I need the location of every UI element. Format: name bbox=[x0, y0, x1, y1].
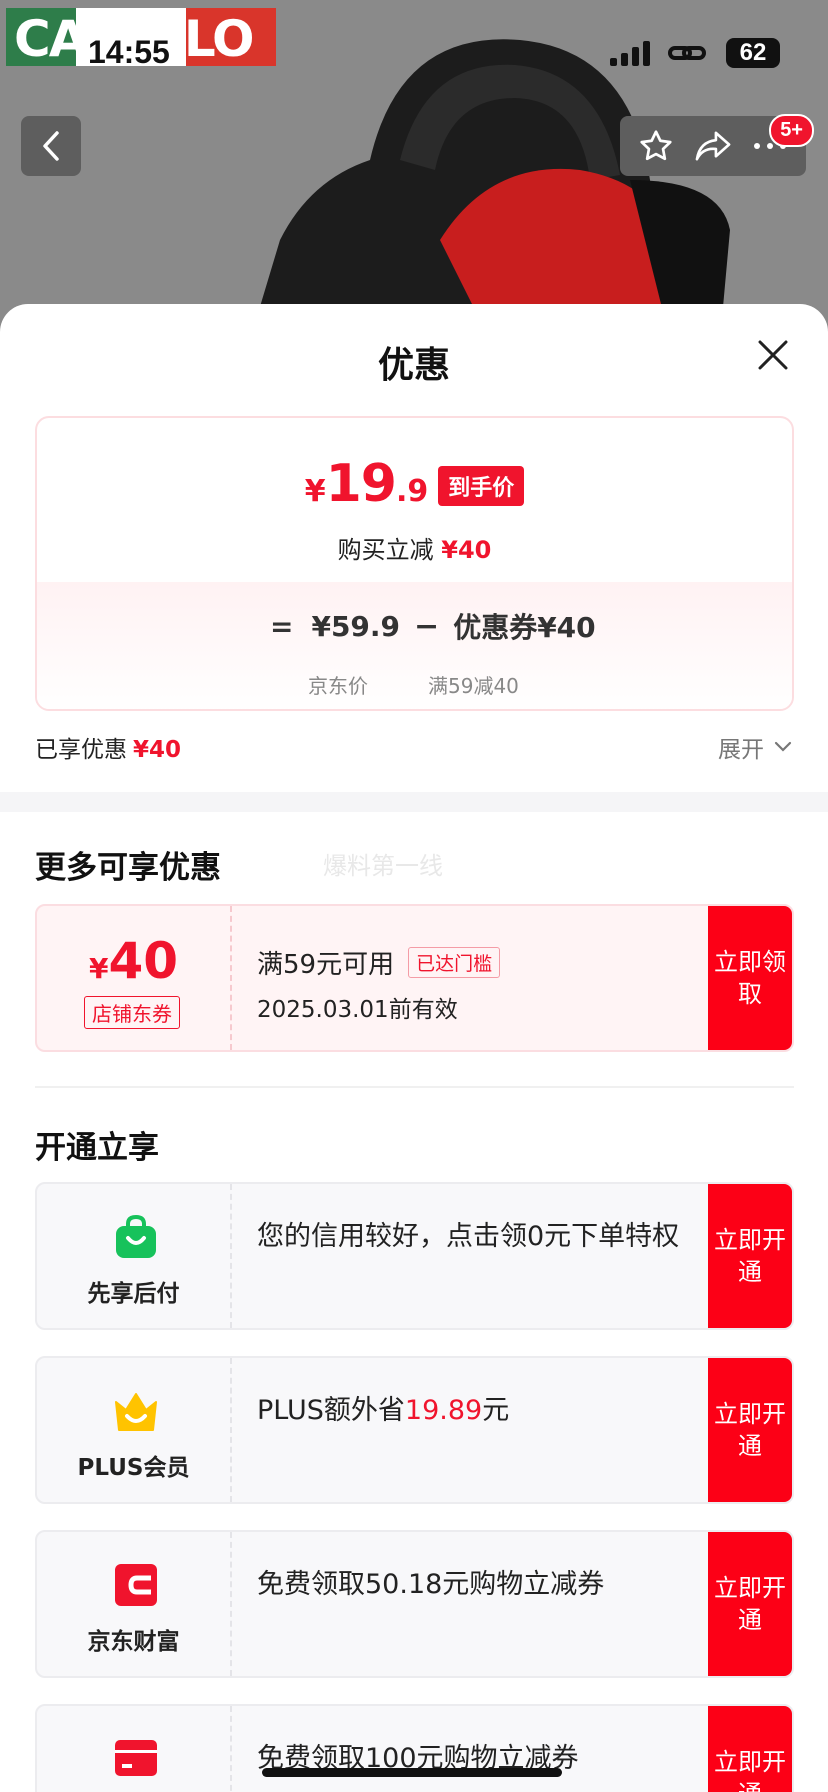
benefit-description: 您的信用较好，点击领0元下单特权 bbox=[257, 1221, 680, 1252]
final-price-tag: 到手价 bbox=[438, 466, 525, 506]
coupon-value: 40 bbox=[108, 932, 179, 990]
shopping-bag-icon bbox=[116, 1214, 156, 1258]
coupon-divider bbox=[230, 906, 232, 1050]
price-summary-card: ¥ 19 .9 到手价 购买立减 ¥40 = ¥59.9 − 优惠券¥40 京东… bbox=[35, 416, 794, 711]
benefit-text-before: PLUS额外省 bbox=[257, 1395, 405, 1426]
threshold-reached-tag: 已达门槛 bbox=[408, 947, 501, 978]
enjoyed-discount: 已享优惠 ¥40 bbox=[35, 730, 181, 764]
card-divider bbox=[230, 1358, 232, 1502]
benefit-name: 先享后付 bbox=[87, 1281, 180, 1307]
coupon-validity: 2025.03.01前有效 bbox=[257, 997, 458, 1023]
jd-price-label: 京东价 bbox=[308, 674, 368, 698]
star-icon[interactable] bbox=[638, 128, 674, 164]
benefit-card-credit: 免费领取100元购物立减券 立即开通 bbox=[35, 1704, 794, 1792]
benefit-name: PLUS会员 bbox=[77, 1455, 190, 1481]
status-time: 14:55 bbox=[88, 34, 170, 70]
watermark-text: 爆料第一线 bbox=[323, 852, 443, 880]
share-icon[interactable] bbox=[694, 128, 732, 164]
section-divider bbox=[0, 792, 828, 812]
product-image-background: CARTELO 14:55 62 5+ bbox=[0, 0, 828, 340]
chevron-down-icon bbox=[774, 741, 792, 752]
coupon-condition: 满59元可用 bbox=[257, 950, 395, 980]
activate-button[interactable]: 立即开通 bbox=[708, 1358, 792, 1502]
price-integer: 19 bbox=[325, 454, 397, 514]
activate-button[interactable]: 立即开通 bbox=[708, 1532, 792, 1676]
coupon-condition-row: 满59元可用 已达门槛 bbox=[257, 944, 501, 981]
price-currency: ¥ bbox=[304, 474, 326, 509]
notification-badge: 5+ bbox=[769, 114, 814, 147]
equals-sign: = bbox=[270, 609, 294, 643]
coupon-type-tag: 店铺东券 bbox=[84, 996, 180, 1029]
minus-sign: − bbox=[414, 608, 440, 644]
activate-button[interactable]: 立即开通 bbox=[708, 1706, 792, 1792]
instant-cut-label: 购买立减 bbox=[337, 536, 434, 564]
card-icon bbox=[115, 1740, 157, 1776]
final-price: ¥ 19 .9 到手价 bbox=[37, 454, 792, 514]
benefit-highlight: 19.89 bbox=[404, 1395, 483, 1426]
signal-icon bbox=[610, 40, 650, 66]
jd-price: ¥59.9 bbox=[311, 609, 401, 643]
back-button[interactable] bbox=[21, 116, 81, 176]
status-icons: 62 bbox=[610, 38, 780, 68]
chevron-left-icon bbox=[43, 131, 59, 161]
open-section-title: 开通立享 bbox=[35, 1130, 159, 1166]
battery-icon: 62 bbox=[726, 38, 780, 68]
home-indicator[interactable] bbox=[262, 1768, 562, 1777]
expand-label: 展开 bbox=[718, 737, 764, 763]
divider-line bbox=[35, 1086, 794, 1088]
expand-button[interactable]: 展开 bbox=[718, 730, 792, 764]
benefit-card-plus: PLUS会员 PLUS额外省19.89元 立即开通 bbox=[35, 1356, 794, 1504]
benefit-description: 免费领取50.18元购物立减券 bbox=[257, 1569, 605, 1600]
price-decimal: .9 bbox=[395, 474, 429, 509]
more-discounts-title: 更多可享优惠 bbox=[35, 850, 221, 886]
enjoyed-value: ¥40 bbox=[133, 737, 182, 763]
benefit-card-wealth: 京东财富 免费领取50.18元购物立减券 立即开通 bbox=[35, 1530, 794, 1678]
price-formula: = ¥59.9 − 优惠券¥40 bbox=[270, 606, 596, 646]
wallet-icon bbox=[115, 1564, 157, 1606]
crown-icon bbox=[115, 1393, 157, 1431]
instant-cut: 购买立减 ¥40 bbox=[37, 530, 792, 565]
card-divider bbox=[230, 1706, 232, 1792]
claim-coupon-button[interactable]: 立即领取 bbox=[708, 906, 792, 1050]
enjoyed-label: 已享优惠 bbox=[35, 737, 127, 763]
price-breakdown-area bbox=[37, 582, 792, 709]
link-icon bbox=[668, 40, 708, 66]
benefit-description: PLUS额外省19.89元 bbox=[257, 1394, 687, 1428]
card-divider bbox=[230, 1184, 232, 1328]
sheet-title: 优惠 bbox=[377, 345, 450, 386]
coupon-deduction: 优惠券¥40 bbox=[453, 611, 596, 644]
coupon-rule-label: 满59减40 bbox=[428, 674, 519, 698]
benefit-name: 京东财富 bbox=[87, 1629, 180, 1655]
instant-cut-value: ¥40 bbox=[441, 536, 492, 564]
discount-sheet: 优惠 ¥ 19 .9 到手价 购买立减 ¥40 = ¥59.9 − 优惠券¥40… bbox=[0, 304, 828, 1792]
store-coupon-card: ¥40 店铺东券 满59元可用 已达门槛 2025.03.01前有效 立即领取 bbox=[35, 904, 794, 1052]
card-divider bbox=[230, 1532, 232, 1676]
activate-button[interactable]: 立即开通 bbox=[708, 1184, 792, 1328]
coupon-amount: ¥40 bbox=[37, 932, 230, 990]
close-icon[interactable] bbox=[756, 338, 790, 372]
benefit-card-pay-later: 先享后付 您的信用较好，点击领0元下单特权 立即开通 bbox=[35, 1182, 794, 1330]
coupon-currency: ¥ bbox=[88, 952, 109, 985]
benefit-text-after: 元 bbox=[482, 1395, 510, 1426]
